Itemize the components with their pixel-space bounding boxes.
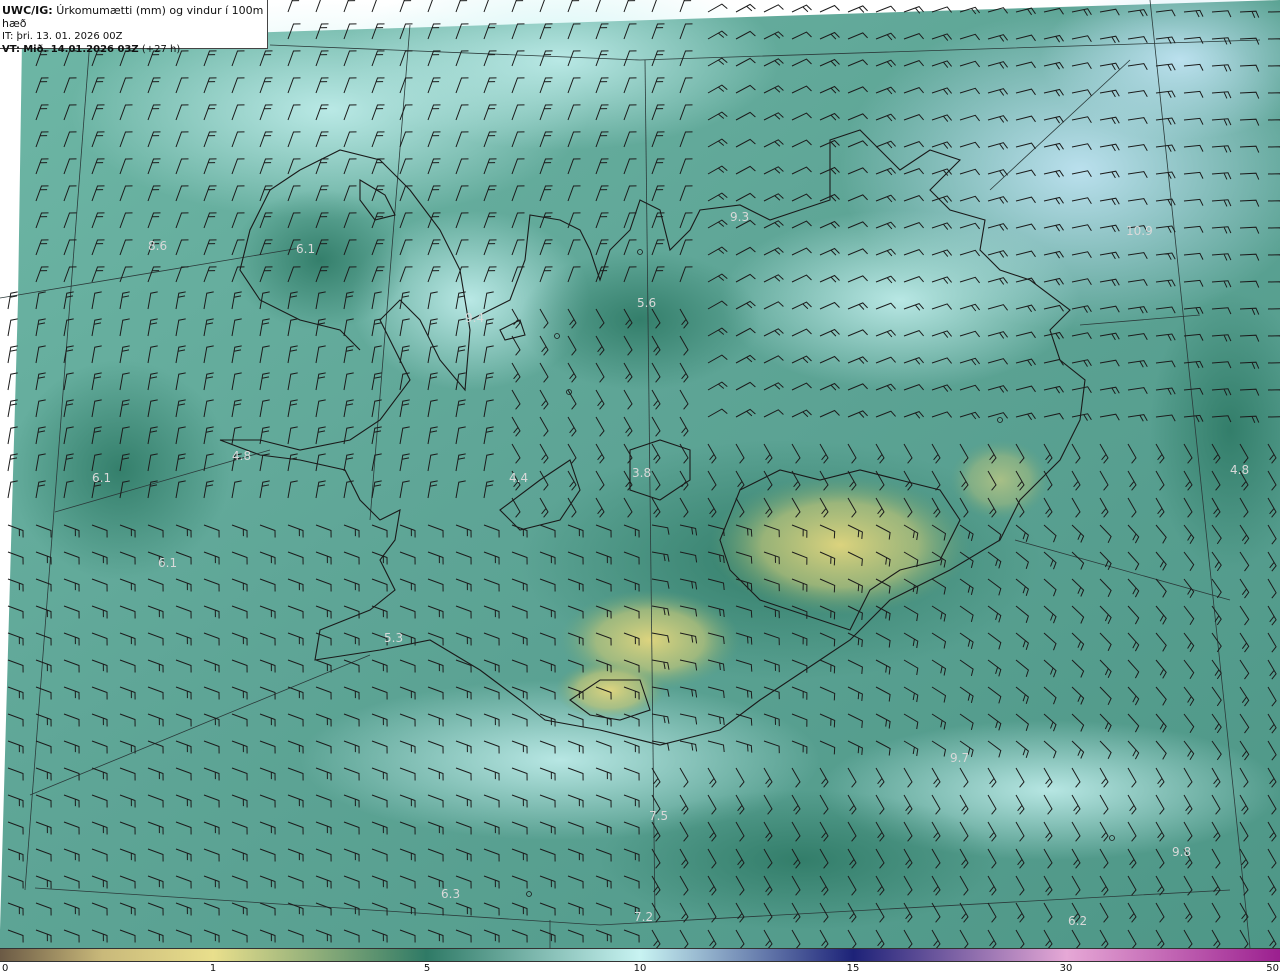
value-label: 3.8 xyxy=(632,466,651,480)
value-label: 5.3 xyxy=(384,631,403,645)
colorbar-ramp xyxy=(0,948,1280,962)
value-label: 7.5 xyxy=(649,809,668,823)
value-label: 6.1 xyxy=(92,471,111,485)
colorbar-tick: 15 xyxy=(846,963,860,974)
model-name: UWC/IG: xyxy=(2,4,53,17)
value-label: 6.3 xyxy=(441,887,460,901)
colorbar-tick: 50 xyxy=(1266,963,1279,974)
colorbar-tick: 5 xyxy=(423,963,431,974)
value-label: 9.3 xyxy=(730,210,749,224)
colorbar-tick: 0 xyxy=(2,963,9,974)
colorbar: 0 1 5 10 15 30 50 xyxy=(0,948,1280,978)
colorbar-tick: 30 xyxy=(1059,963,1073,974)
title-line-valid: VT: Mið. 14.01.2026 03Z (+27 h) xyxy=(2,43,267,56)
value-label: 7.2 xyxy=(634,910,653,924)
colorbar-tick: 1 xyxy=(209,963,217,974)
map-canvas: 6.1 9.4 5.6 9.3 10.9 4.8 6.1 6.1 4.4 3.8… xyxy=(0,0,1280,948)
lead-time: (+27 h) xyxy=(141,44,181,55)
map-title-box: UWC/IG: Úrkomumætti (mm) og vindur í 100… xyxy=(0,0,268,55)
value-label: 4.8 xyxy=(1230,463,1249,477)
title-line-model: UWC/IG: Úrkomumætti (mm) og vindur í 100… xyxy=(2,4,267,30)
value-label: 6.2 xyxy=(1068,914,1087,928)
value-label: 9.8 xyxy=(1172,845,1191,859)
valid-prefix: VT: xyxy=(2,44,21,55)
valid-time: Mið. 14.01.2026 03Z xyxy=(23,44,139,55)
value-label: 8.6 xyxy=(148,239,167,253)
value-label: 9.7 xyxy=(950,751,969,765)
value-label: 5.6 xyxy=(637,296,656,310)
value-label: 10.9 xyxy=(1126,224,1153,238)
value-label: 6.1 xyxy=(296,242,315,256)
colorbar-tick: 10 xyxy=(633,963,647,974)
value-label: 4.8 xyxy=(232,449,251,463)
value-label: 6.1 xyxy=(158,556,177,570)
initial-time: IT: þri. 13. 01. 2026 00Z xyxy=(2,31,123,42)
value-label: 4.4 xyxy=(509,471,528,485)
value-label: 9.4 xyxy=(465,311,484,325)
forecast-map: 6.1 9.4 5.6 9.3 10.9 4.8 6.1 6.1 4.4 3.8… xyxy=(0,0,1280,978)
